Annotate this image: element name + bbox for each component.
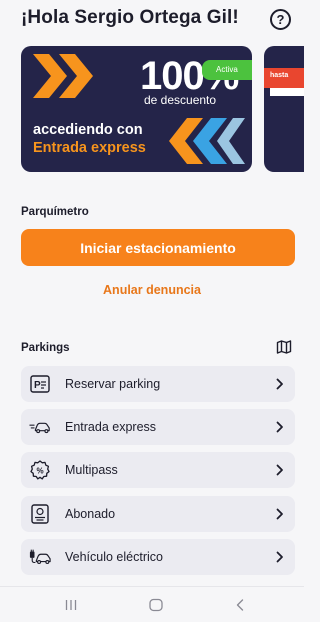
parquimetro-title: Parquímetro [21,206,89,218]
parkings-title: Parkings [21,342,70,354]
discount-subtitle: de descuento [144,93,217,107]
car-speed-icon [29,417,51,437]
list-item-label: Vehículo eléctrico [65,550,163,564]
back-icon[interactable] [234,598,246,612]
list-item-vehiculo-electrico[interactable]: Vehículo eléctrico [21,539,295,575]
list-item-entrada-express[interactable]: Entrada express [21,409,295,445]
promo-line-2: Entrada express [33,140,146,156]
home-icon[interactable] [148,598,164,612]
promo-card-next[interactable]: hasta [264,46,304,172]
list-item-label: Multipass [65,463,118,477]
svg-text:%: % [37,467,44,476]
list-item-label: Abonado [65,507,116,521]
promo-card[interactable]: 100% Activa de descuento accediendo con … [21,46,252,172]
promo-line-1: accediendo con [33,122,143,138]
cancel-fine-link[interactable]: Anular denuncia [0,283,304,297]
promo-carousel[interactable]: 100% Activa de descuento accediendo con … [0,46,304,174]
chevron-right-icon [276,551,283,563]
map-icon[interactable] [276,339,292,355]
start-parking-button[interactable]: Iniciar estacionamiento [21,229,295,266]
double-chevron-right-icon [33,54,93,98]
next-card-tag: hasta [264,68,304,88]
app-header: ¡Hola Sergio Ortega Gil! ? [0,0,304,40]
chevron-right-icon [276,378,283,390]
greeting-title: ¡Hola Sergio Ortega Gil! [21,7,239,28]
multipass-badge-icon: % [29,460,51,480]
parking-reservation-icon: P [29,374,51,394]
chevron-right-icon [276,421,283,433]
list-item-multipass[interactable]: % Multipass [21,452,295,488]
electric-car-icon [29,547,51,567]
list-item-abonado[interactable]: Abonado [21,496,295,532]
list-item-label: Reservar parking [65,377,161,391]
list-item-reservar-parking[interactable]: P Reservar parking [21,366,295,402]
help-icon[interactable]: ? [270,9,291,30]
system-nav-bar [0,586,304,622]
help-glyph: ? [276,12,285,27]
next-card-strip [270,88,304,96]
chevron-right-icon [276,464,283,476]
list-item-label: Entrada express [65,420,157,434]
double-chevron-left-icon [169,118,245,164]
active-badge: Activa [202,60,252,80]
subscriber-card-icon [29,504,51,524]
chevron-right-icon [276,508,283,520]
svg-text:P: P [34,380,41,391]
recent-apps-icon[interactable] [64,598,78,612]
